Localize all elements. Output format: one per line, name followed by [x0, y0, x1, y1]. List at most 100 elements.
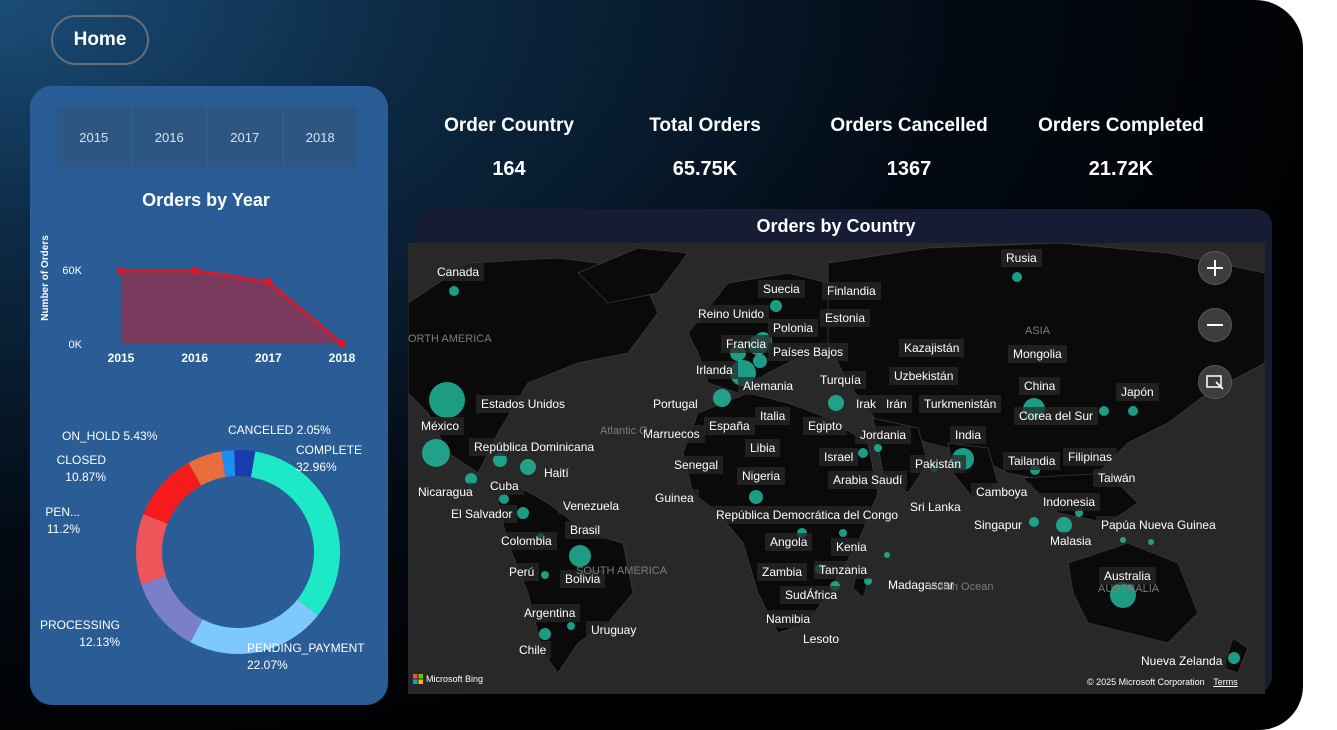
region-label: ASIA [1025, 325, 1051, 337]
dashboard-canvas: Home 2015 2016 2017 2018 Orders by Year … [0, 0, 1303, 730]
map-country-label: Kazajistán [899, 339, 965, 357]
map-country-label: Rusia [1001, 249, 1042, 267]
kpi-order-country: Order Country 164 [434, 115, 584, 181]
map-country-label: Arabia Saudí [828, 471, 908, 489]
map-country-label: Irak [851, 395, 882, 413]
map-country-label: Papúa Nueva Guinea [1096, 516, 1221, 534]
x-tick-label: 2016 [181, 351, 208, 365]
donut-slice[interactable] [250, 451, 340, 616]
year-tile-2015[interactable]: 2015 [57, 107, 131, 167]
map-country-label: Turquía [815, 371, 866, 389]
data-point[interactable] [264, 277, 273, 286]
donut-slice[interactable] [143, 462, 202, 524]
ocean-label: Indian Ocean [928, 581, 994, 593]
left-panel: 2015 2016 2017 2018 Orders by Year Numbe… [30, 86, 388, 705]
zoom-in-button[interactable] [1198, 251, 1232, 285]
map-country-label: Argentina [519, 604, 581, 622]
map-country-label: Namibia [761, 610, 816, 628]
year-tile-2018[interactable]: 2018 [283, 107, 357, 167]
map-country-label: Mongolia [1008, 345, 1067, 363]
map-country-label: Países Bajos [768, 343, 849, 361]
data-point[interactable] [190, 266, 199, 275]
donut-percent: 22.07% [247, 658, 288, 672]
map-country-label: Lesoto [798, 630, 845, 648]
map-country-label: Chile [514, 641, 552, 659]
kpi-label: Orders Completed [1038, 115, 1204, 136]
data-point[interactable] [338, 339, 346, 348]
plus-icon [1207, 260, 1223, 276]
donut-label: PROCESSING [40, 618, 120, 632]
donut-label: CLOSED [57, 453, 107, 467]
map-country-label: SudÁfrica [780, 586, 843, 604]
zoom-out-button[interactable] [1198, 308, 1232, 342]
map-country-label: Uzbekistán [889, 367, 959, 385]
x-tick-label: 2015 [108, 351, 135, 365]
region-label: AUSTRALIA [1098, 583, 1160, 595]
year-tile-2017[interactable]: 2017 [208, 107, 282, 167]
map-country-label: México [416, 417, 465, 435]
order-status-donut: COMPLETE 32.96% PENDING_PAYMENT 22.07% PROCE… [40, 423, 365, 672]
map-country-label: Canada [432, 263, 485, 281]
home-button[interactable]: Home [51, 15, 149, 65]
map-country-label: Reino Unido [693, 305, 770, 323]
map-country-label: Kenia [831, 538, 872, 556]
donut-percent: 12.13% [79, 635, 120, 649]
donut-label: PENDING_PAYMENT [247, 641, 365, 655]
kpi-label: Order Country [444, 115, 574, 136]
year-slicer: 2015 2016 2017 2018 [57, 107, 357, 167]
map-country-label: Perú [504, 563, 540, 581]
map-country-label: Japón [1116, 383, 1159, 401]
region-label: ORTH AMERICA [408, 333, 492, 345]
map-country-label: Filipinas [1063, 448, 1118, 466]
map-country-label: Egipto [803, 417, 848, 435]
map-country-label: India [950, 426, 987, 444]
selection-icon [1206, 375, 1224, 390]
map-country-label: Malasia [1045, 532, 1097, 550]
bing-logo: Microsoft Bing [413, 674, 483, 684]
map-country-label: República Democrática del Congo [711, 506, 904, 524]
map-country-label: Marruecos [638, 425, 705, 443]
donut-label: ON_HOLD 5.43% [62, 429, 158, 443]
map-country-label: Irlanda [691, 361, 738, 379]
map-country-label: Corea del Sur [1014, 407, 1099, 425]
donut-slice[interactable] [141, 576, 203, 643]
kpi-value: 65.75K [672, 158, 738, 180]
map-country-label: Brasil [565, 521, 606, 539]
donut-label: COMPLETE [296, 443, 362, 457]
y-axis-label: Number of Orders [40, 235, 51, 321]
map-country-label: Finlandia [822, 282, 881, 300]
donut-percent: 32.96% [296, 460, 337, 474]
map-country-label: España [704, 417, 755, 435]
donut-label: PEN... [45, 505, 80, 519]
orders-by-country-map[interactable]: Canada Rusia Suecia Finlandia Reino Unido Est… [408, 243, 1265, 694]
kpi-orders-completed: Orders Completed 21.72K [1031, 115, 1211, 181]
map-country-label: Sri Lanka [905, 498, 966, 516]
map-country-label: Haití [539, 464, 574, 482]
kpi-orders-cancelled: Orders Cancelled 1367 [824, 115, 994, 181]
map-country-label: Estonia [820, 309, 871, 327]
map-attribution: © 2025 Microsoft Corporation Terms [1087, 677, 1238, 687]
map-country-label: Estados Unidos [476, 395, 571, 413]
kpi-value: 21.72K [1088, 158, 1154, 180]
microsoft-logo-icon [413, 674, 423, 684]
copyright-text: © 2025 Microsoft Corporation [1087, 677, 1205, 687]
select-region-button[interactable] [1198, 365, 1232, 399]
minus-icon [1207, 324, 1223, 326]
data-point[interactable] [117, 266, 125, 275]
map-country-label: Guinea [650, 489, 699, 507]
map-country-label: Israel [819, 448, 859, 466]
orders-by-country-title: Orders by Country [756, 216, 916, 236]
donut-slice[interactable] [135, 514, 168, 585]
terms-link[interactable]: Terms [1213, 677, 1238, 687]
year-tile-2016[interactable]: 2016 [132, 107, 206, 167]
map-country-label: Suecia [758, 280, 805, 298]
map-country-label: Jordania [855, 426, 912, 444]
map-country-label: Italia [755, 407, 791, 425]
map-country-label: Alemania [738, 377, 799, 395]
map-country-label: Libia [745, 439, 781, 457]
donut-percent: 11.2% [47, 522, 80, 536]
map-country-label: Polonia [768, 319, 819, 337]
donut-percent: 10.87% [65, 470, 106, 484]
map-country-label: Nicaragua [413, 483, 478, 501]
kpi-value: 1367 [886, 158, 932, 180]
